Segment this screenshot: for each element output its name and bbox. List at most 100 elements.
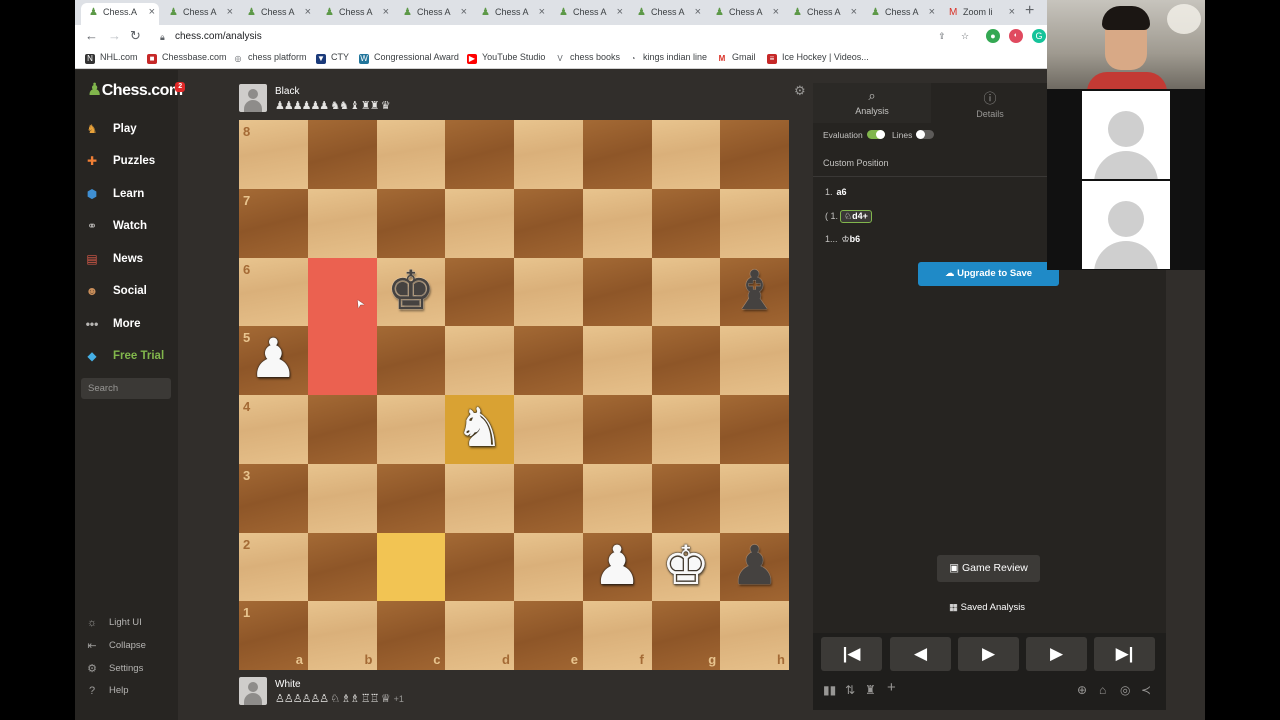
browser-tab-active[interactable]: ♟ Chess.A × bbox=[81, 3, 159, 25]
next-move-button[interactable]: ▶ bbox=[1026, 637, 1087, 671]
square-c7[interactable] bbox=[376, 188, 446, 258]
bookmark[interactable]: W Congressional Award bbox=[359, 52, 459, 64]
square-g7[interactable] bbox=[651, 188, 721, 258]
current-move[interactable]: ♘d4+ bbox=[840, 210, 872, 223]
square-e2[interactable] bbox=[514, 532, 583, 602]
browser-tab[interactable]: ♟ Chess A × bbox=[785, 3, 861, 25]
bookmark[interactable]: ◔ kings indian line bbox=[628, 52, 707, 64]
close-icon[interactable]: × bbox=[227, 3, 233, 21]
square-b3[interactable] bbox=[307, 463, 377, 533]
bookmark[interactable]: ≡ Ice Hockey | Videos... bbox=[767, 52, 869, 64]
move-row[interactable]: 1... ♔b6 bbox=[825, 234, 860, 245]
close-icon[interactable]: × bbox=[929, 3, 935, 21]
collapse-button[interactable]: ⇤ Collapse bbox=[85, 638, 146, 654]
close-icon[interactable]: × bbox=[1009, 3, 1015, 21]
tab-details[interactable]: ⓘ Details bbox=[931, 83, 1049, 123]
share-icon[interactable]: ≺ bbox=[1141, 683, 1151, 697]
square-g4[interactable] bbox=[651, 395, 721, 464]
square-b7[interactable] bbox=[307, 188, 377, 258]
square-f4[interactable] bbox=[582, 395, 652, 464]
bookmark[interactable]: Vchess books bbox=[555, 52, 620, 64]
forward-icon[interactable]: → bbox=[108, 28, 121, 43]
square-e3[interactable] bbox=[514, 463, 583, 533]
square-e6[interactable] bbox=[514, 257, 583, 327]
square-h4[interactable] bbox=[720, 395, 789, 464]
last-move-button[interactable]: ▶| bbox=[1094, 637, 1155, 671]
first-move-button[interactable]: |◀ bbox=[821, 637, 882, 671]
square-e5[interactable] bbox=[514, 326, 583, 395]
square-d7[interactable] bbox=[445, 188, 514, 258]
lines-toggle[interactable]: Lines bbox=[892, 130, 935, 140]
square-d3[interactable] bbox=[445, 463, 514, 533]
browser-tab[interactable]: M Zoom li × bbox=[941, 3, 1019, 25]
library-icon[interactable]: ⌂ bbox=[1099, 683, 1106, 697]
tab-analysis[interactable]: ⌕ Analysis bbox=[813, 83, 931, 123]
white-knight-piece[interactable]: ♞ bbox=[445, 395, 514, 464]
move-row[interactable]: ( 1. ♘d4+ bbox=[825, 210, 872, 223]
square-e7[interactable] bbox=[514, 188, 583, 258]
square-e8[interactable] bbox=[514, 120, 583, 189]
avatar[interactable] bbox=[239, 84, 267, 112]
white-pawn-piece[interactable]: ♟ bbox=[239, 326, 308, 395]
nav-more[interactable]: ••• More bbox=[81, 310, 175, 338]
nav-news[interactable]: ▤ News bbox=[81, 245, 175, 273]
square-f6[interactable] bbox=[582, 257, 652, 327]
browser-tab[interactable]: ♟ Chess A × bbox=[473, 3, 549, 25]
black-pawn-piece[interactable]: ♟ bbox=[720, 533, 789, 602]
square-c5[interactable] bbox=[376, 326, 446, 395]
square-d6[interactable] bbox=[445, 257, 514, 327]
light-ui-button[interactable]: ☼ Light UI bbox=[85, 615, 142, 631]
new-tab-button[interactable]: + bbox=[1025, 2, 1034, 20]
close-icon[interactable]: × bbox=[305, 3, 311, 21]
black-bishop-piece[interactable]: ♝ bbox=[720, 258, 789, 327]
square-c2[interactable] bbox=[376, 532, 446, 602]
toggle-switch[interactable] bbox=[866, 130, 885, 139]
board-settings-gear-icon[interactable]: ⚙ bbox=[794, 83, 806, 99]
bookmark[interactable]: N NHL.com bbox=[85, 52, 138, 64]
square-c4[interactable] bbox=[376, 395, 446, 464]
participant-tile[interactable] bbox=[1082, 91, 1170, 179]
nav-play[interactable]: ♞ Play bbox=[81, 115, 175, 143]
close-icon[interactable]: × bbox=[383, 3, 389, 21]
browser-tab[interactable]: ♟ Chess A × bbox=[863, 3, 939, 25]
url-field[interactable]: 🔒︎ chess.com/analysis bbox=[155, 28, 1043, 46]
square-c8[interactable] bbox=[376, 120, 446, 189]
square-d5[interactable] bbox=[445, 326, 514, 395]
square-h5[interactable] bbox=[720, 326, 789, 395]
square-g3[interactable] bbox=[651, 463, 721, 533]
bookmark[interactable]: ▼ CTY bbox=[316, 52, 349, 64]
share-icon[interactable]: ⇪ bbox=[935, 29, 949, 43]
toggle-switch[interactable] bbox=[916, 130, 935, 139]
square-d2[interactable] bbox=[445, 532, 514, 602]
play-button[interactable]: ▶ bbox=[958, 637, 1019, 671]
browser-tab[interactable]: ♟ Chess A × bbox=[629, 3, 705, 25]
chess-board[interactable]: 8 7 6 5 4 3 2 1 a b c d e f g h ♚ ♝ ♟ ♞ ♟ ♚ ♟ ➤ bbox=[239, 120, 789, 670]
square-g6[interactable] bbox=[651, 257, 721, 327]
upgrade-to-save-button[interactable]: ☁ Upgrade to Save bbox=[918, 262, 1059, 286]
extension-icon[interactable]: ● bbox=[986, 29, 1000, 43]
square-h8[interactable] bbox=[720, 120, 789, 189]
search-input[interactable]: Search bbox=[81, 378, 171, 399]
evaluation-toggle[interactable]: Evaluation bbox=[823, 130, 885, 140]
flip-board-icon[interactable]: ⇅ bbox=[845, 683, 855, 697]
nav-social[interactable]: ☻ Social bbox=[81, 277, 175, 305]
back-icon[interactable]: ← bbox=[85, 28, 98, 43]
browser-tab[interactable]: ♟ Chess A × bbox=[317, 3, 393, 25]
close-icon[interactable]: × bbox=[149, 3, 155, 21]
square-b4[interactable] bbox=[307, 395, 377, 464]
close-icon[interactable]: × bbox=[851, 3, 857, 21]
browser-tab[interactable]: ♟ Chess A × bbox=[239, 3, 315, 25]
browser-tab[interactable]: ♟ Chess A × bbox=[161, 3, 237, 25]
square-h3[interactable] bbox=[720, 463, 789, 533]
browser-tab[interactable]: ♟ Chess A × bbox=[395, 3, 471, 25]
square-b2[interactable] bbox=[307, 532, 377, 602]
move-row[interactable]: 1. a6 bbox=[825, 187, 847, 197]
browser-tab[interactable]: ♟ Chess A × bbox=[707, 3, 783, 25]
chesscom-logo[interactable]: ♟Chess.com 2 bbox=[87, 80, 185, 100]
white-pawn-piece[interactable]: ♟ bbox=[583, 533, 652, 602]
help-button[interactable]: ? Help bbox=[85, 683, 129, 699]
chart-icon[interactable]: ▮▮ bbox=[823, 683, 836, 697]
square-b5[interactable] bbox=[307, 326, 377, 395]
square-f3[interactable] bbox=[582, 463, 652, 533]
close-icon[interactable]: × bbox=[617, 3, 623, 21]
